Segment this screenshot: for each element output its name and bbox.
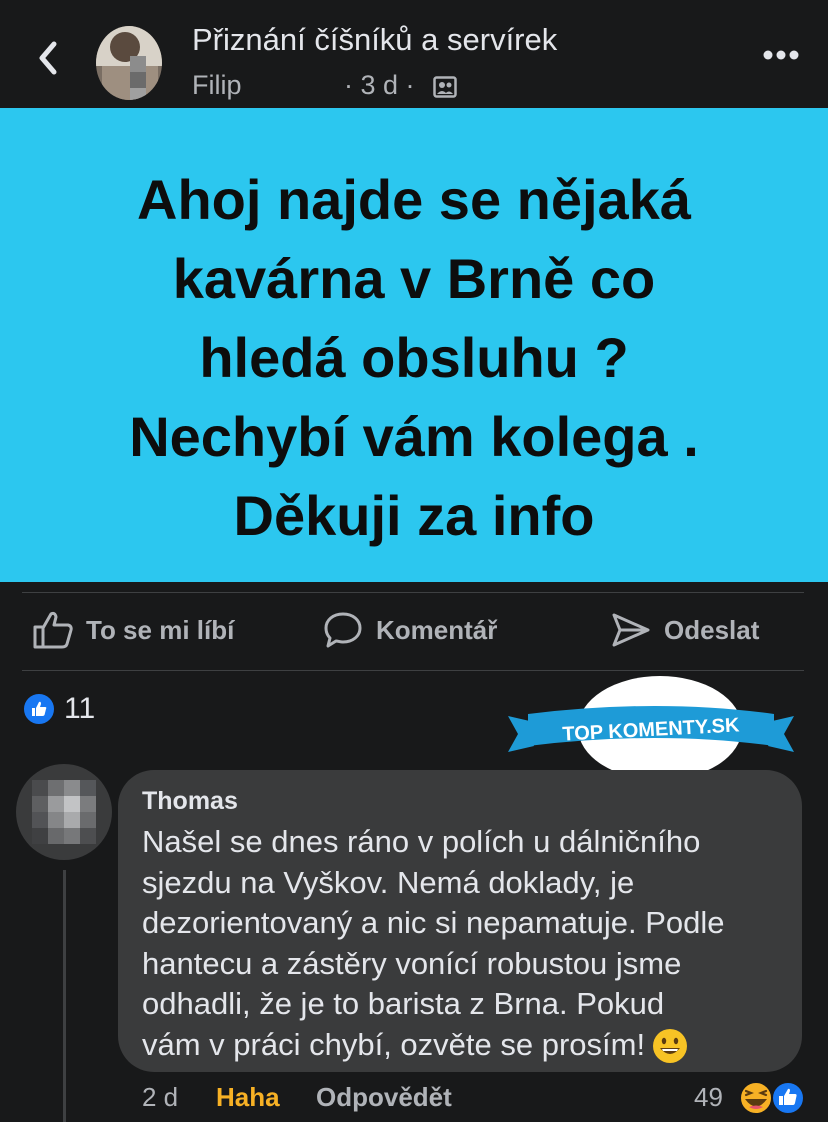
comment-label: Komentář <box>376 614 498 645</box>
post-text-line: Ahoj najde se nějaká <box>137 168 691 231</box>
divider <box>22 670 804 671</box>
comment-line: hantecu a zástěry vonící robustou jsme <box>142 945 682 981</box>
comment-author[interactable]: Thomas <box>142 787 238 816</box>
post-text-line: Nechybí vám kolega . <box>129 405 699 468</box>
like-reaction-icon <box>22 692 56 726</box>
share-label: Odeslat <box>664 614 760 645</box>
haha-reaction-icon <box>739 1081 773 1115</box>
post-author[interactable]: Filip <box>192 70 242 101</box>
reaction-count: 11 <box>64 692 96 725</box>
comment-line: sjezdu na Vyškov. Nemá doklady, je <box>142 864 635 900</box>
send-icon <box>612 613 650 647</box>
post-text: Ahoj najde se nějaká kavárna v Brně co h… <box>20 160 808 555</box>
share-button[interactable]: Odeslat <box>610 606 759 654</box>
comment-icon <box>324 612 362 648</box>
comment-time: 2 d <box>142 1082 179 1112</box>
divider <box>22 592 804 593</box>
post-meta: · 3 d · <box>344 70 415 100</box>
reply-button[interactable]: Odpovědět <box>316 1082 452 1113</box>
post-header: Přiznání číšníků a servírek Filip · 3 d … <box>0 0 828 108</box>
comment-line: Našel se dnes ráno v polích u dálničního <box>142 824 701 859</box>
commenter-avatar[interactable] <box>16 764 112 860</box>
comment-button[interactable]: Komentář <box>322 606 497 654</box>
comment-line: odhadli, že je to barista z Brna. Pokud <box>142 986 665 1021</box>
group-avatar[interactable] <box>96 26 162 100</box>
group-name[interactable]: Přiznání číšníků a servírek <box>192 22 557 58</box>
comment-line-last: vám v práci chybí, ozvěte se prosím! <box>142 1025 792 1066</box>
like-label: To se mi líbí <box>86 614 235 645</box>
haha-reaction-button[interactable]: Haha <box>216 1082 280 1113</box>
back-chevron-icon[interactable] <box>30 36 66 80</box>
post-text-line: Děkuji za info <box>233 484 595 547</box>
comment-line: vám v práci chybí, ozvěte se prosím! <box>142 1026 646 1062</box>
post-text-line: hledá obsluhu ? <box>199 326 629 389</box>
more-icon[interactable] <box>762 48 800 62</box>
group-icon <box>433 76 457 98</box>
comment-reaction-icons[interactable] <box>738 1080 808 1116</box>
comment-line: dezorientovaný a nic si nepamatuje. Podl… <box>142 905 725 940</box>
grinning-face-icon <box>653 1029 688 1064</box>
thumbs-up-icon <box>33 611 73 649</box>
like-button[interactable]: To se mi líbí <box>32 606 234 654</box>
thread-line <box>63 870 66 1122</box>
reaction-summary[interactable]: 11 <box>22 692 95 726</box>
comment-text: Našel se dnes ráno v polích u dálničního… <box>142 822 792 1065</box>
comment-reaction-count[interactable]: 49 <box>694 1082 723 1113</box>
post-text-line: kavárna v Brně co <box>172 247 656 310</box>
like-reaction-icon <box>771 1081 805 1115</box>
